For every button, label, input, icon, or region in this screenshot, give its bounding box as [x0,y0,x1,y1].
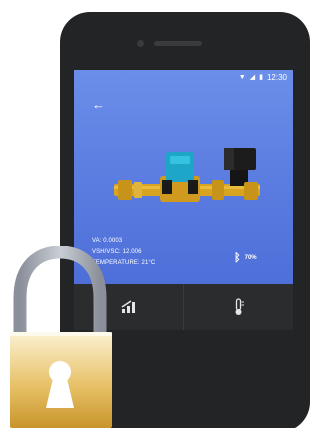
front-camera [137,40,144,47]
thermometer-icon [235,298,244,315]
status-bar: ▼ ◢ ▮ 12:30 [74,70,293,84]
bluetooth-percent: 70% [244,255,257,261]
tab-temperature[interactable] [183,284,293,330]
signal-icon: ◢ [249,73,256,81]
status-time: 12:30 [266,72,287,82]
wifi-icon: ▼ [238,73,246,81]
phone-top-bezel [60,12,310,70]
battery-icon: ▮ [259,73,263,81]
padlock-icon [10,246,112,428]
earpiece-speaker [154,41,202,46]
back-arrow-icon[interactable]: ← [92,98,105,111]
bluetooth-status: ᛒ 70% [234,252,257,264]
signal-bars-icon [121,300,135,313]
water-meter-image [114,148,260,202]
bluetooth-icon: ᛒ [234,252,241,264]
